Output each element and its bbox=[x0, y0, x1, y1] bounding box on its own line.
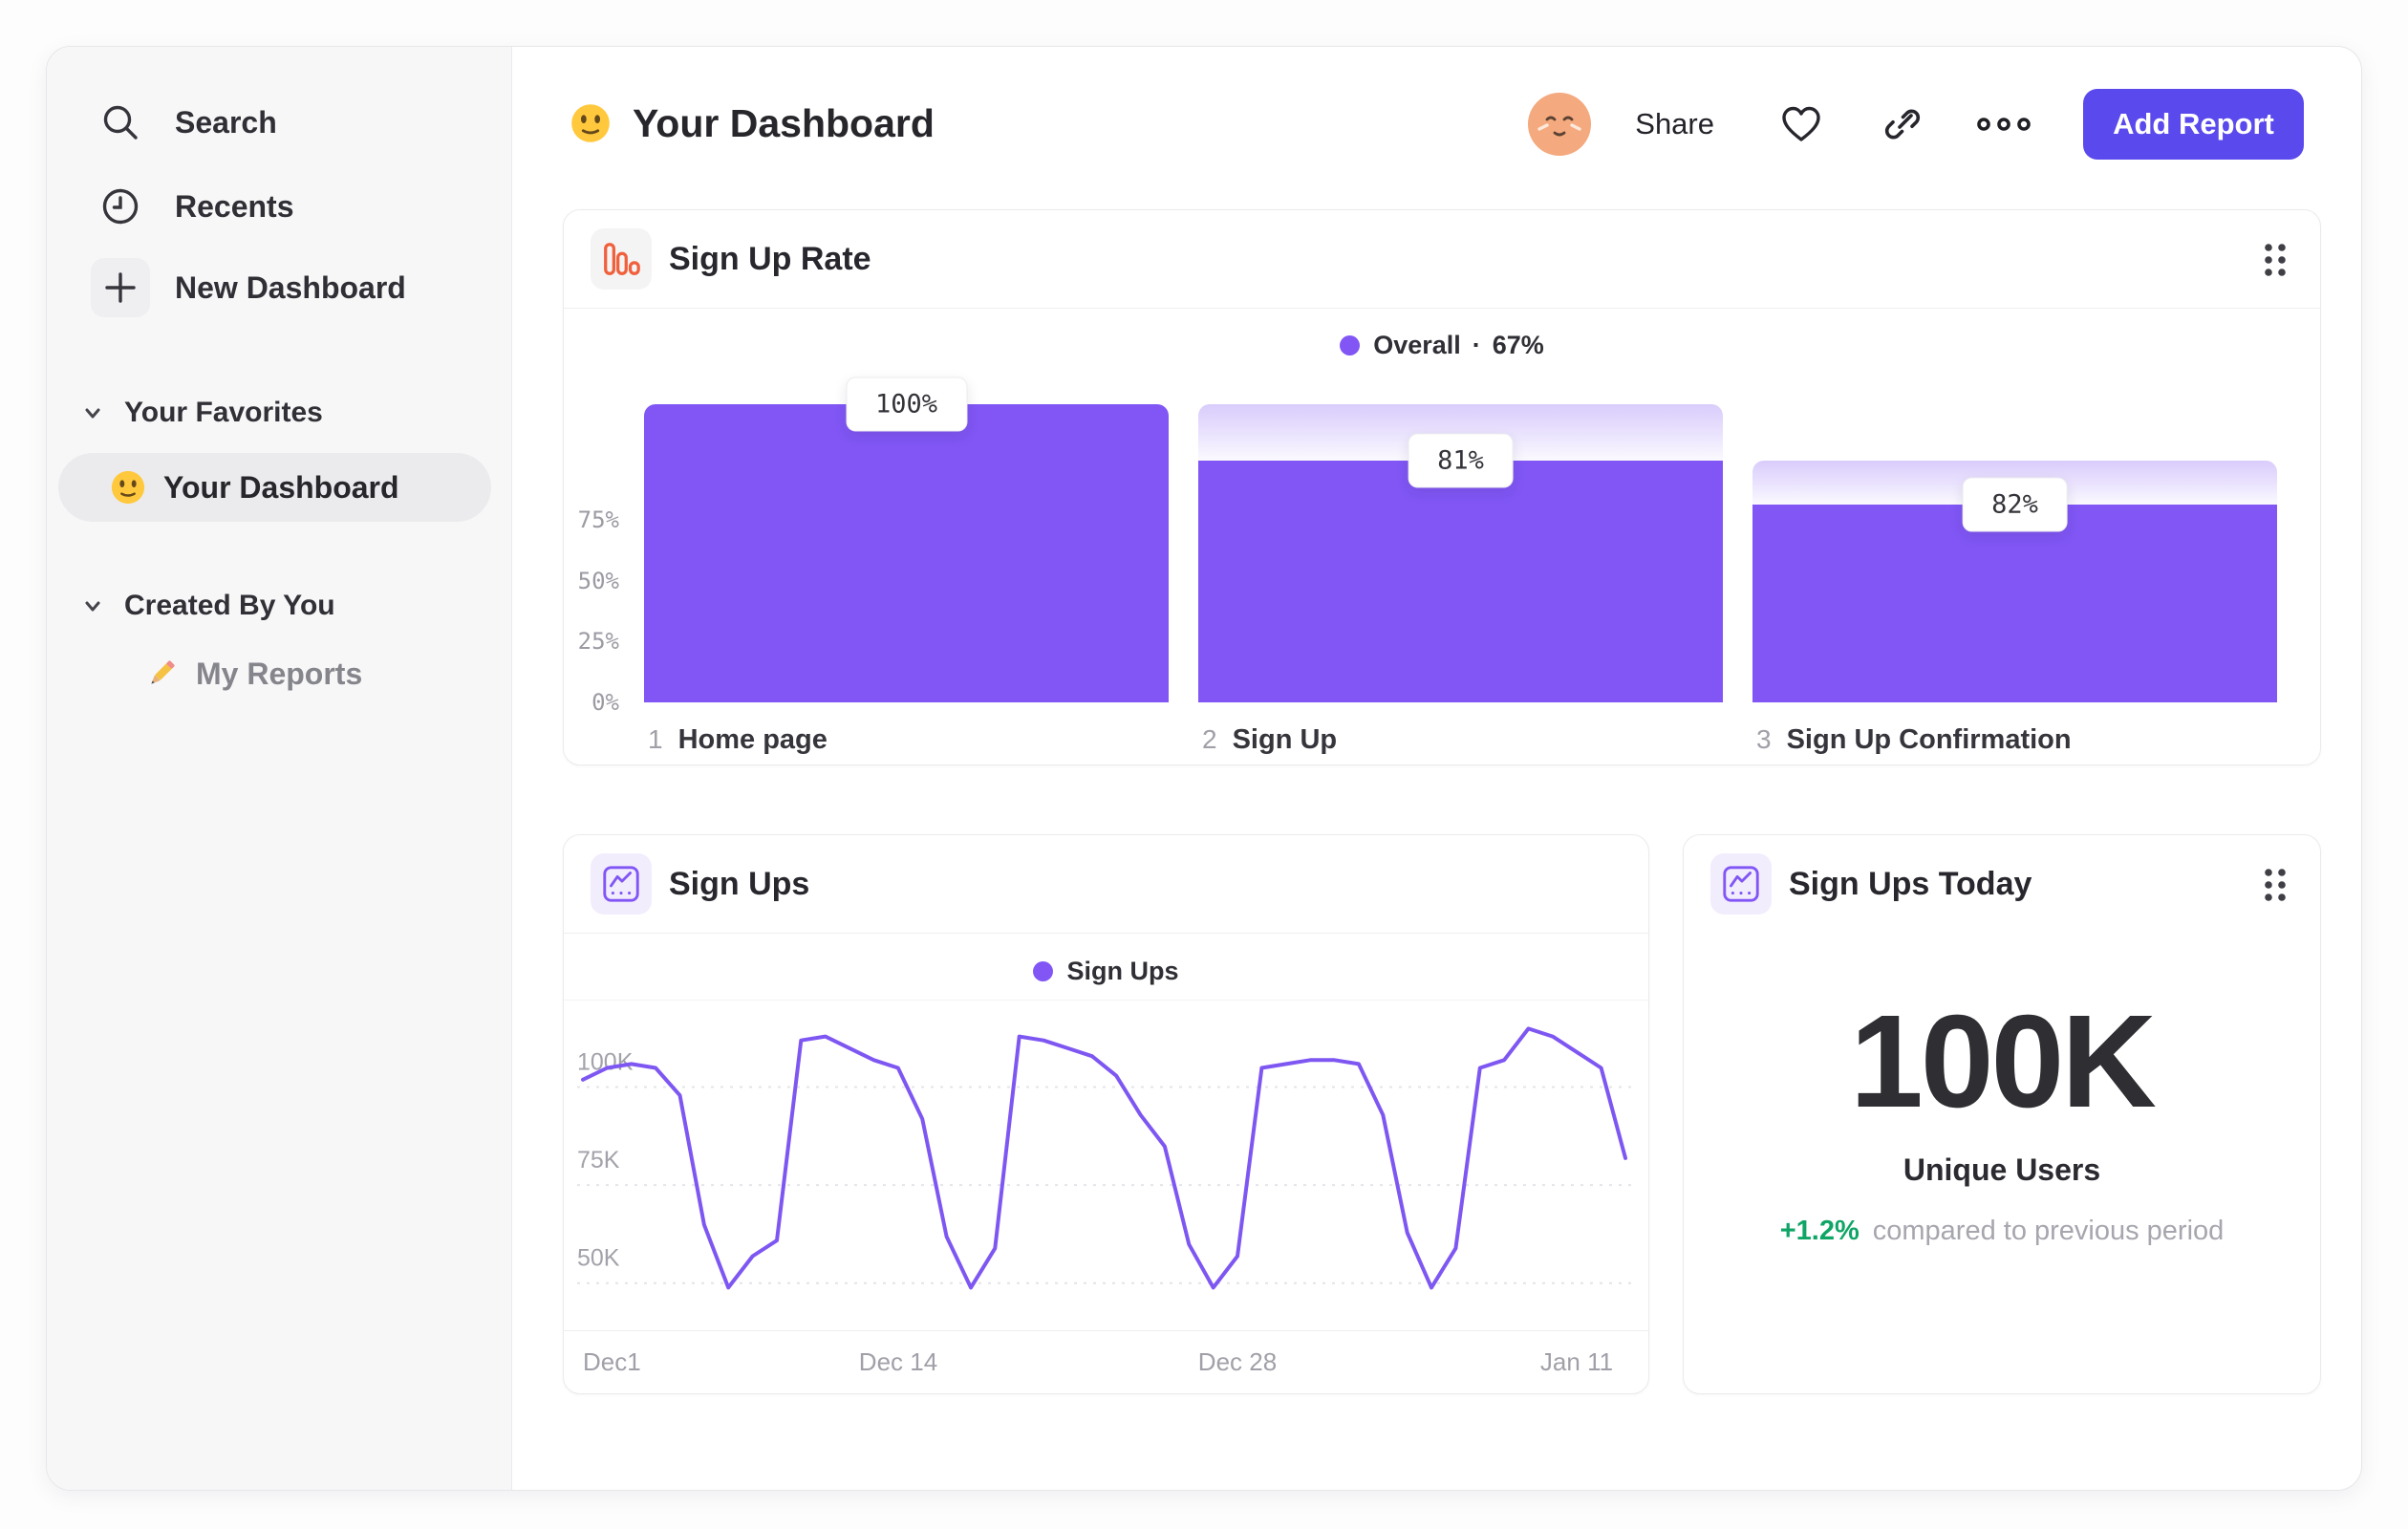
legend-value: 67% bbox=[1492, 331, 1544, 359]
x-axis-tick: Jan 11 bbox=[1539, 1347, 1614, 1376]
funnel-legend: Overall · 67% bbox=[564, 331, 2320, 360]
funnel-card-header: Sign Up Rate bbox=[564, 210, 2320, 308]
sidebar-item-recents[interactable]: Recents bbox=[91, 177, 294, 236]
legend-series: Overall bbox=[1373, 331, 1461, 359]
sidebar-section-your-favorites[interactable]: Your Favorites bbox=[78, 397, 323, 429]
legend-dot bbox=[1340, 335, 1361, 355]
divider bbox=[564, 933, 1648, 934]
app-window: Search Recents New Dashboard Your Favori bbox=[46, 46, 2362, 1491]
add-report-button[interactable]: Add Report bbox=[2083, 89, 2304, 160]
drag-handle-icon[interactable] bbox=[2263, 242, 2288, 278]
funnel-bar[interactable] bbox=[644, 404, 1169, 702]
step-name: Home page bbox=[677, 724, 828, 755]
step-index: 3 bbox=[1756, 724, 1772, 754]
line-x-axis: Dec1 Dec 14 Dec 28 Jan 11 bbox=[564, 1347, 1650, 1386]
metric-label: Unique Users bbox=[1903, 1152, 2101, 1187]
chevron-down-icon bbox=[85, 408, 100, 419]
y-axis-tick: 0% bbox=[591, 689, 619, 716]
line-legend: Sign Ups bbox=[564, 957, 1648, 986]
share-button[interactable]: Share bbox=[1635, 107, 1714, 141]
ellipsis-icon[interactable] bbox=[1970, 115, 2037, 134]
sidebar: Search Recents New Dashboard Your Favori bbox=[47, 47, 512, 1490]
divider bbox=[564, 308, 2320, 309]
legend-separator: · bbox=[1472, 331, 1481, 359]
y-axis-tick: 75% bbox=[577, 506, 619, 533]
sidebar-item-label: New Dashboard bbox=[175, 269, 406, 305]
metric-card: Sign Ups Today 100K Unique Users +1.2% co… bbox=[1683, 834, 2321, 1394]
line-chart-icon bbox=[591, 853, 652, 915]
funnel-bar[interactable] bbox=[1198, 461, 1723, 702]
avatar[interactable] bbox=[1526, 93, 1593, 156]
section-title: Created By You bbox=[124, 590, 335, 621]
step-name: Sign Up bbox=[1232, 724, 1338, 755]
line-plot-area: 100K 75K 50K bbox=[577, 1026, 1637, 1290]
card-title: Sign Ups Today bbox=[1789, 865, 2032, 902]
divider bbox=[564, 1330, 1648, 1331]
smiley-emoji bbox=[571, 104, 610, 142]
step-index: 1 bbox=[648, 724, 663, 754]
header-actions: Share Add Report bbox=[1526, 89, 2304, 160]
sidebar-item-new-dashboard[interactable]: New Dashboard bbox=[91, 258, 406, 317]
line-chart-icon bbox=[1710, 853, 1772, 915]
line-series bbox=[581, 1026, 1627, 1290]
line-card: Sign Ups Sign Ups 100K 75K 50K Dec1 Dec 14 D… bbox=[563, 834, 1649, 1394]
section-title: Your Favorites bbox=[124, 397, 323, 428]
x-axis-tick: Dec 28 bbox=[1197, 1347, 1278, 1376]
sidebar-item-your-dashboard[interactable]: Your Dashboard bbox=[58, 453, 491, 522]
legend-dot bbox=[1033, 961, 1054, 981]
y-axis-tick: 50K bbox=[577, 1245, 620, 1272]
card-title: Sign Up Rate bbox=[669, 240, 871, 277]
delta-badge: +1.2% bbox=[1779, 1216, 1860, 1246]
conversion-tooltip: 100% bbox=[845, 377, 968, 432]
card-title: Sign Ups bbox=[669, 865, 810, 902]
x-axis-tick: Dec1 bbox=[583, 1347, 641, 1376]
pencil-emoji bbox=[151, 660, 175, 684]
y-axis-tick: 25% bbox=[577, 628, 619, 656]
search-icon bbox=[91, 93, 150, 152]
plus-icon bbox=[91, 258, 150, 317]
legend-series: Sign Ups bbox=[1066, 957, 1179, 985]
sidebar-section-created-by-you[interactable]: Created By You bbox=[78, 590, 335, 622]
line-card-header: Sign Ups bbox=[564, 835, 1648, 933]
metric-value: 100K bbox=[1850, 988, 2157, 1135]
funnel-step-label: 2 Sign Up bbox=[1202, 724, 1337, 756]
heart-icon[interactable] bbox=[1768, 105, 1835, 143]
funnel-chart-icon bbox=[591, 228, 652, 290]
conversion-tooltip: 81% bbox=[1408, 433, 1514, 488]
link-icon[interactable] bbox=[1869, 104, 1936, 144]
smiley-emoji bbox=[111, 470, 145, 505]
funnel-step-label: 3 Sign Up Confirmation bbox=[1756, 724, 2072, 756]
delta-note: compared to previous period bbox=[1872, 1216, 2225, 1246]
y-axis-tick: 100K bbox=[577, 1048, 634, 1075]
conversion-tooltip: 82% bbox=[1962, 477, 2068, 532]
step-index: 2 bbox=[1202, 724, 1217, 754]
sidebar-item-my-reports[interactable]: My Reports bbox=[142, 655, 362, 693]
chevron-down-icon bbox=[85, 601, 100, 612]
sidebar-item-search[interactable]: Search bbox=[91, 93, 277, 152]
funnel-bar[interactable] bbox=[1752, 504, 2277, 702]
funnel-card: Sign Up Rate Overall · 67% 75% 50% 25% 0% 1… bbox=[563, 209, 2321, 765]
funnel-step-label: 1 Home page bbox=[648, 724, 828, 756]
metric-card-header: Sign Ups Today bbox=[1684, 835, 2320, 933]
y-axis-tick: 50% bbox=[577, 567, 619, 594]
page-title: Your Dashboard bbox=[633, 100, 935, 145]
y-axis-tick: 75K bbox=[577, 1147, 620, 1174]
step-name: Sign Up Confirmation bbox=[1786, 724, 2072, 755]
funnel-plot-area: 100% 81% 82% bbox=[644, 377, 2277, 702]
sidebar-item-label: Search bbox=[175, 104, 277, 140]
metric-delta-row: +1.2% compared to previous period bbox=[1684, 1216, 2320, 1247]
drag-handle-icon[interactable] bbox=[2263, 867, 2288, 903]
clock-icon bbox=[91, 177, 150, 236]
sidebar-item-label: Your Dashboard bbox=[163, 469, 399, 505]
sidebar-item-label: Recents bbox=[175, 188, 294, 224]
sidebar-item-label: My Reports bbox=[196, 656, 363, 691]
page-title-row: Your Dashboard bbox=[570, 95, 935, 152]
divider bbox=[564, 1000, 1648, 1001]
x-axis-tick: Dec 14 bbox=[858, 1347, 938, 1376]
